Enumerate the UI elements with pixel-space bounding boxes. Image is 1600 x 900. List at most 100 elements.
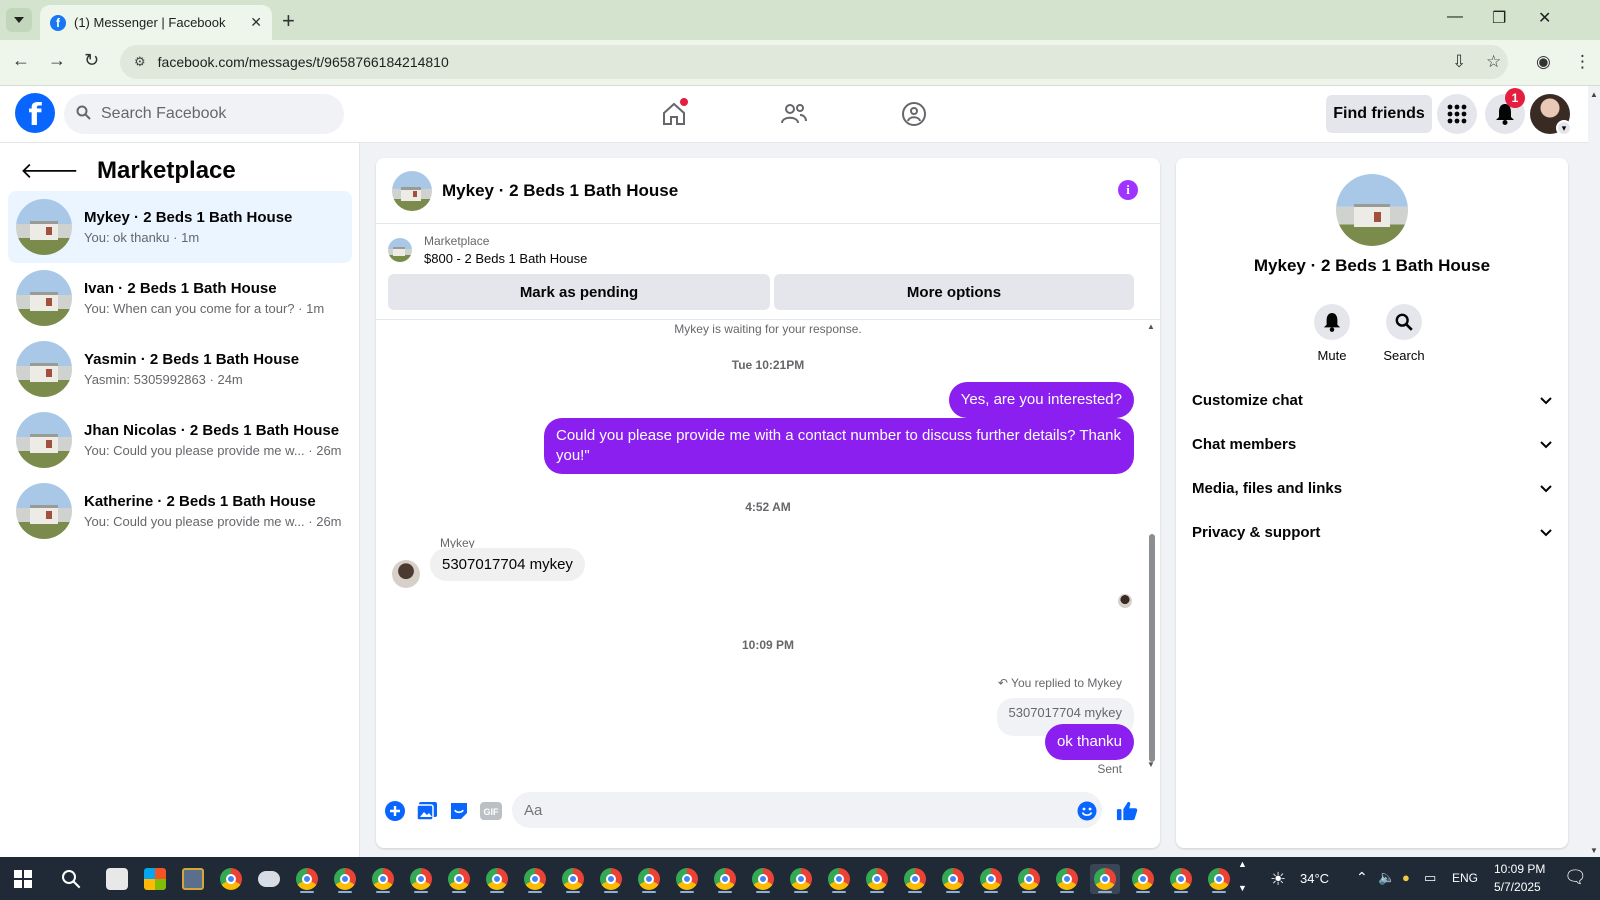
incoming-message[interactable]: 5307017704 mykey [430,548,585,581]
outgoing-message[interactable]: ok thanku [1044,724,1134,760]
chrome-profile-icon[interactable] [824,864,854,894]
section-privacy-support[interactable]: Privacy & support [1192,512,1552,552]
chrome-profile-icon[interactable] [900,864,930,894]
conversation-item[interactable]: Katherine · 2 Beds 1 Bath House You: Cou… [8,475,352,547]
search-input[interactable]: Search Facebook [64,94,344,134]
chrome-profile-icon[interactable] [976,864,1006,894]
app-icon[interactable] [254,864,284,894]
section-media-files-links[interactable]: Media, files and links [1192,468,1552,508]
chrome-profile-icon[interactable] [444,864,474,894]
forward-arrow-icon[interactable]: → [48,50,66,71]
minimize-icon[interactable]: — [1447,8,1463,26]
browser-menu-icon[interactable]: ⋮ [1574,52,1591,72]
home-icon[interactable] [654,96,694,132]
chrome-profile-icon[interactable] [1052,864,1082,894]
status-tray-icon[interactable]: ● [1402,870,1410,885]
search-icon[interactable] [56,864,86,894]
chrome-profile-icon[interactable] [482,864,512,894]
window-close-icon[interactable]: ✕ [1538,8,1551,28]
chrome-profile-icon[interactable] [672,864,702,894]
mute-button[interactable]: Mute [1302,304,1362,363]
chrome-profile-icon[interactable] [558,864,588,894]
back-arrow-icon[interactable]: ← [12,50,30,71]
photo-icon[interactable] [416,800,438,822]
notification-center-icon[interactable]: 🗨 [1564,867,1587,888]
clock-time[interactable]: 10:09 PM [1494,862,1545,876]
chrome-profile-icon[interactable] [1204,864,1234,894]
chrome-profile-icon[interactable] [748,864,778,894]
site-settings-icon[interactable]: ⚙ [134,54,146,70]
conversation-item[interactable]: Ivan · 2 Beds 1 Bath House You: When can… [8,262,352,334]
windows-start-icon[interactable] [8,864,38,894]
chrome-profile-icon[interactable] [634,864,664,894]
browser-tab[interactable]: f (1) Messenger | Facebook ✕ [40,5,272,40]
groups-icon[interactable] [894,96,934,132]
friends-icon[interactable] [774,96,814,132]
outgoing-message[interactable]: Yes, are you interested? [948,382,1134,418]
emoji-icon[interactable] [1076,800,1098,822]
chrome-profile-icon[interactable] [406,864,436,894]
section-customize-chat[interactable]: Customize chat [1192,380,1552,420]
page-scrollbar[interactable]: ▲ ▼ [1588,86,1600,857]
message-input[interactable] [512,792,1102,828]
chevron-down-icon[interactable]: ▾ [1556,120,1572,136]
chrome-icon[interactable] [216,864,246,894]
language-indicator[interactable]: ENG [1452,871,1478,885]
more-options-button[interactable]: More options [774,274,1134,310]
menu-grid-icon[interactable] [1437,94,1477,134]
mark-as-pending-button[interactable]: Mark as pending [388,274,770,310]
scroll-up-icon[interactable]: ▲ [1590,90,1598,99]
install-app-icon[interactable]: ⇩ [1452,52,1466,72]
app-icon[interactable] [102,864,132,894]
chrome-profile-icon[interactable] [1166,864,1196,894]
close-icon[interactable]: ✕ [250,14,262,31]
new-tab-icon[interactable]: + [282,8,295,34]
chrome-profile-icon[interactable] [1128,864,1158,894]
back-arrow-icon[interactable]: 🡐 [20,158,79,184]
sticker-icon[interactable] [448,800,470,822]
facebook-logo-icon[interactable]: f [15,93,55,133]
chat-title[interactable]: Mykey · 2 Beds 1 Bath House [442,181,678,201]
chrome-profile-icon-active[interactable] [1090,864,1120,894]
search-in-chat-button[interactable]: Search [1374,304,1434,363]
scroll-down-icon[interactable]: ▼ [1590,846,1598,855]
scroll-up-icon[interactable]: ▲ [1147,322,1155,331]
sender-avatar[interactable] [392,560,420,588]
store-icon[interactable] [140,864,170,894]
volume-icon[interactable]: 🔈 [1378,869,1395,886]
chrome-profile-icon[interactable] [862,864,892,894]
restore-icon[interactable]: ❐ [1492,8,1506,28]
chat-listing-avatar[interactable] [392,170,432,211]
address-bar[interactable]: ⚙ facebook.com/messages/t/96587661842148… [120,45,1508,79]
network-icon[interactable]: ▭ [1424,870,1436,886]
conversation-item[interactable]: Mykey · 2 Beds 1 Bath House You: ok than… [8,191,352,263]
section-chat-members[interactable]: Chat members [1192,424,1552,464]
taskbar-scroll-down-icon[interactable]: ▼ [1238,883,1247,893]
plus-icon[interactable] [384,800,406,822]
temperature[interactable]: 34°C [1300,871,1329,886]
chat-scrollbar[interactable]: ▲ ▼ [1147,320,1157,778]
chrome-profile-icon[interactable] [368,864,398,894]
show-hidden-icons-chevron-icon[interactable]: ⌃ [1356,869,1368,886]
chrome-profile-icon[interactable] [1014,864,1044,894]
app-icon[interactable] [178,864,208,894]
chrome-profile-icon[interactable] [710,864,740,894]
conversation-item[interactable]: Jhan Nicolas · 2 Beds 1 Bath House You: … [8,404,352,476]
info-icon[interactable]: i [1118,180,1138,200]
profile-icon[interactable]: ◉ [1536,52,1551,72]
scroll-down-icon[interactable]: ▼ [1147,760,1155,769]
reload-icon[interactable]: ↻ [84,50,99,71]
gif-icon[interactable]: GIF [480,800,502,822]
taskbar-scroll-up-icon[interactable]: ▲ [1238,859,1247,869]
chrome-profile-icon[interactable] [596,864,626,894]
tab-search-dropdown[interactable] [6,8,32,32]
chrome-profile-icon[interactable] [330,864,360,894]
clock-date[interactable]: 5/7/2025 [1494,880,1541,894]
thumbs-up-icon[interactable] [1116,800,1138,822]
find-friends-button[interactable]: Find friends [1326,95,1432,133]
chrome-profile-icon[interactable] [786,864,816,894]
listing-avatar-large[interactable] [1336,174,1408,246]
chrome-profile-icon[interactable] [520,864,550,894]
outgoing-message[interactable]: Could you please provide me with a conta… [544,418,1134,474]
chrome-profile-icon[interactable] [938,864,968,894]
